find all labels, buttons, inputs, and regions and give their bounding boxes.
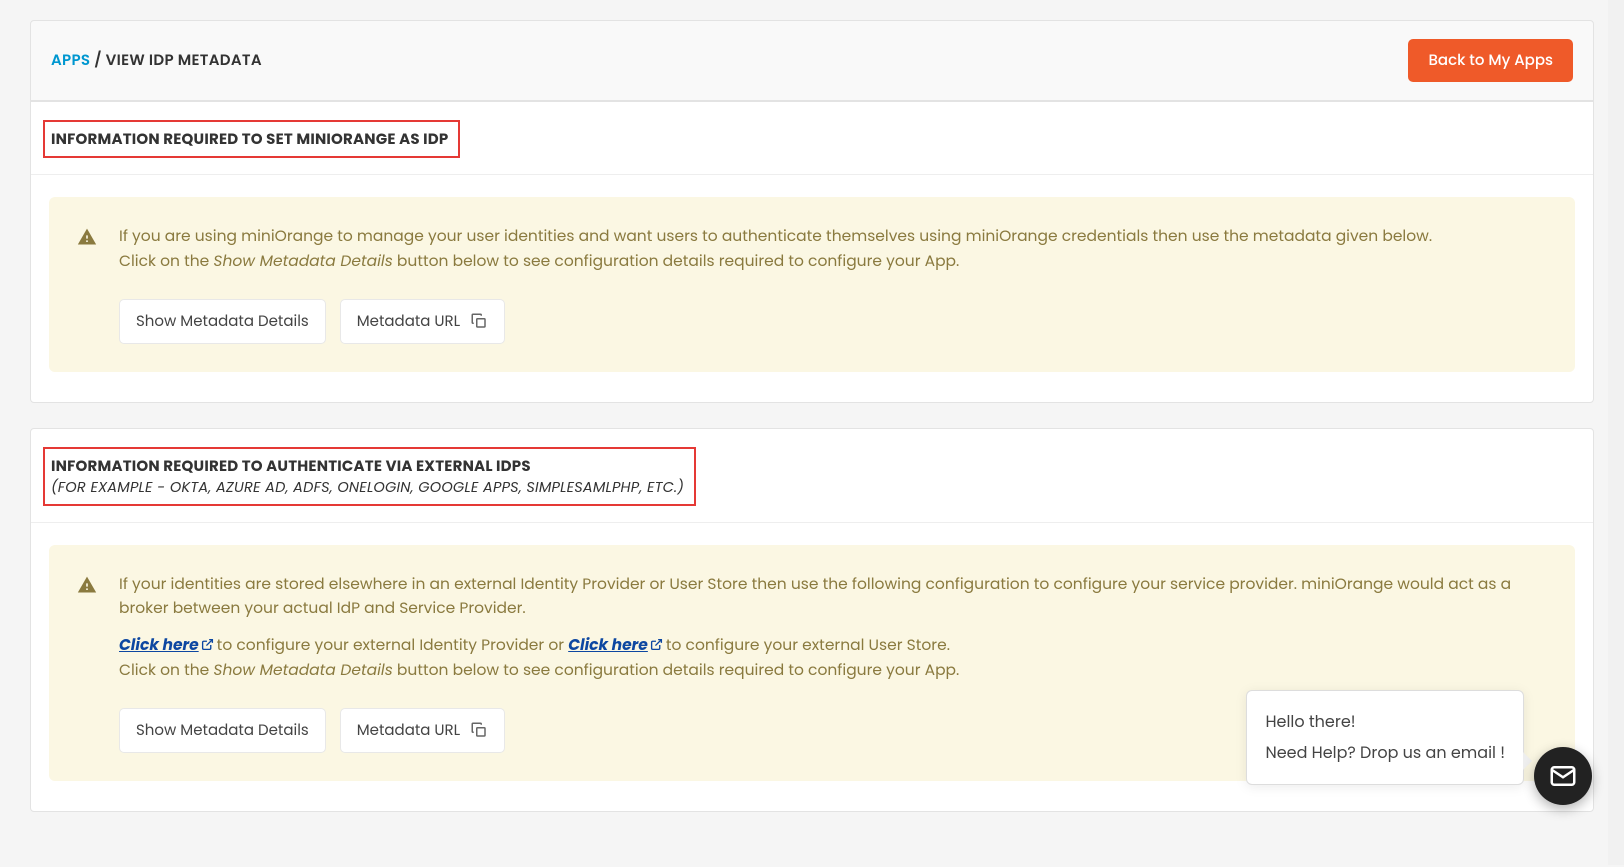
scrollbar[interactable]	[1608, 0, 1624, 865]
section1-info-line2-post: button below to see configuration detail…	[393, 251, 959, 272]
section1-info-line2: Click on the Show Metadata Details butto…	[119, 250, 1432, 275]
chat-tooltip: Hello there! Need Help? Drop us an email…	[1246, 690, 1524, 785]
section1-title-highlight: INFORMATION REQUIRED TO SET MINIORANGE A…	[43, 120, 460, 158]
show-metadata-label-1: Show Metadata Details	[136, 310, 309, 333]
mail-icon	[1548, 761, 1578, 791]
section2-info-line3-post: button below to see configuration detail…	[393, 660, 959, 681]
section2-title-highlight: INFORMATION REQUIRED TO AUTHENTICATE VIA…	[43, 447, 696, 506]
breadcrumb: APPS / VIEW IDP METADATA	[51, 49, 262, 72]
show-metadata-label-2: Show Metadata Details	[136, 719, 309, 742]
breadcrumb-current: VIEW IDP METADATA	[106, 50, 262, 71]
back-to-apps-button[interactable]: Back to My Apps	[1408, 39, 1573, 82]
metadata-url-button-1[interactable]: Metadata URL	[340, 299, 505, 344]
section2-link1-post: to configure your external Identity Prov…	[217, 635, 569, 656]
section1-info-line2-pre: Click on the	[119, 251, 213, 272]
click-here-idp-link[interactable]: Click here	[119, 635, 199, 656]
external-link-icon	[201, 638, 214, 651]
section1-infobox: If you are using miniOrange to manage yo…	[49, 197, 1575, 372]
section2-info-line3: Click on the Show Metadata Details butto…	[119, 659, 1549, 684]
section2-link2-post: to configure your external User Store.	[666, 635, 950, 656]
chat-greeting: Hello there!	[1265, 707, 1505, 737]
metadata-url-button-2[interactable]: Metadata URL	[340, 708, 505, 753]
section1-info-line1: If you are using miniOrange to manage yo…	[119, 225, 1432, 250]
section-miniorange-idp: INFORMATION REQUIRED TO SET MINIORANGE A…	[30, 101, 1594, 403]
external-link-icon	[650, 638, 663, 651]
section2-title: INFORMATION REQUIRED TO AUTHENTICATE VIA…	[51, 455, 684, 478]
chat-fab-button[interactable]	[1534, 747, 1592, 805]
copy-icon	[470, 721, 488, 739]
metadata-url-label-2: Metadata URL	[357, 719, 460, 742]
chat-help-text: Need Help? Drop us an email !	[1265, 738, 1505, 768]
section2-subtitle: (FOR EXAMPLE - OKTA, AZURE AD, ADFS, ONE…	[51, 478, 684, 499]
section2-links-line: Click hereto configure your external Ide…	[119, 634, 1549, 659]
warning-icon	[77, 227, 97, 247]
breadcrumb-header: APPS / VIEW IDP METADATA Back to My Apps	[30, 20, 1594, 101]
breadcrumb-apps-link[interactable]: APPS	[51, 50, 90, 71]
show-metadata-button-2[interactable]: Show Metadata Details	[119, 708, 326, 753]
metadata-url-label-1: Metadata URL	[357, 310, 460, 333]
breadcrumb-separator: /	[90, 50, 105, 71]
section2-info-line1: If your identities are stored elsewhere …	[119, 573, 1549, 623]
click-here-userstore-link[interactable]: Click here	[568, 635, 648, 656]
copy-icon	[470, 312, 488, 330]
section2-info-line3-pre: Click on the	[119, 660, 213, 681]
section1-title: INFORMATION REQUIRED TO SET MINIORANGE A…	[51, 128, 448, 151]
warning-icon	[77, 575, 97, 595]
section2-info-line3-italic: Show Metadata Details	[213, 660, 392, 681]
section1-info-line2-italic: Show Metadata Details	[213, 251, 392, 272]
show-metadata-button-1[interactable]: Show Metadata Details	[119, 299, 326, 344]
